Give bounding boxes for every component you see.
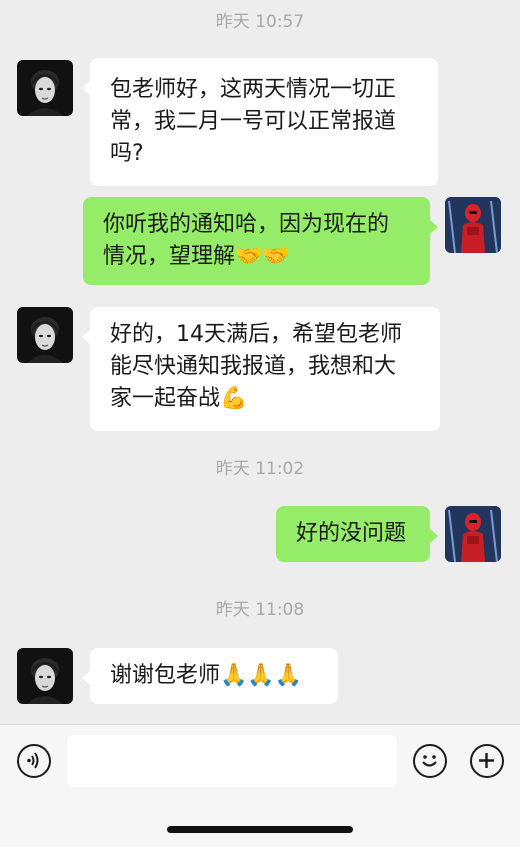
- flexed-biceps-emoji: 💪: [220, 386, 248, 411]
- home-indicator[interactable]: [167, 826, 353, 833]
- emoji-button[interactable]: [413, 744, 447, 778]
- voice-icon: [27, 752, 39, 769]
- handshake-emoji: 🤝🤝: [235, 244, 290, 269]
- message-line: 常，我二月一号可以正常报道: [110, 109, 397, 134]
- message-line: 好的没问题: [296, 521, 407, 546]
- message-line: 包老师好，这两天情况一切正: [110, 77, 397, 102]
- my-avatar[interactable]: [445, 197, 501, 253]
- folded-hands-emoji: 🙏🙏🙏: [220, 663, 303, 688]
- message-line: 吗?: [110, 141, 144, 166]
- message-line: 好的，14天满后，希望包老师: [110, 322, 402, 347]
- message-line: 谢谢包老师🙏🙏🙏: [110, 663, 303, 688]
- message-bubble-outgoing[interactable]: 你听我的通知哈，因为现在的 情况，望理解🤝🤝: [83, 197, 438, 285]
- plus-icon: [479, 753, 494, 768]
- message-input[interactable]: [67, 735, 397, 787]
- message-line: 你听我的通知哈，因为现在的: [103, 212, 390, 237]
- smiley-icon: [422, 755, 437, 767]
- more-button[interactable]: [470, 744, 504, 778]
- timestamp: 昨天 11:08: [215, 600, 305, 620]
- chat-area: 昨天 10:57 包老师好，这两天情况一切正 常，我二月一号可以正常报道 吗? …: [0, 0, 520, 724]
- message-bubble-incoming[interactable]: 好的，14天满后，希望包老师 能尽快通知我报道，我想和大 家一起奋战💪: [82, 307, 440, 431]
- timestamp: 昨天 10:57: [215, 12, 305, 32]
- message-line: 能尽快通知我报道，我想和大: [110, 354, 397, 379]
- contact-avatar[interactable]: [17, 648, 73, 704]
- message-bubble-incoming[interactable]: 包老师好，这两天情况一切正 常，我二月一号可以正常报道 吗?: [82, 58, 438, 186]
- message-line: 情况，望理解🤝🤝: [103, 244, 290, 269]
- contact-avatar[interactable]: [17, 307, 73, 363]
- message-line: 家一起奋战💪: [110, 386, 248, 411]
- message-bubble-incoming[interactable]: 谢谢包老师🙏🙏🙏: [82, 648, 338, 704]
- contact-avatar[interactable]: [17, 60, 73, 116]
- timestamp: 昨天 11:02: [215, 459, 305, 479]
- voice-button[interactable]: [17, 744, 51, 778]
- message-bubble-outgoing[interactable]: 好的没问题: [276, 506, 438, 562]
- my-avatar[interactable]: [445, 506, 501, 562]
